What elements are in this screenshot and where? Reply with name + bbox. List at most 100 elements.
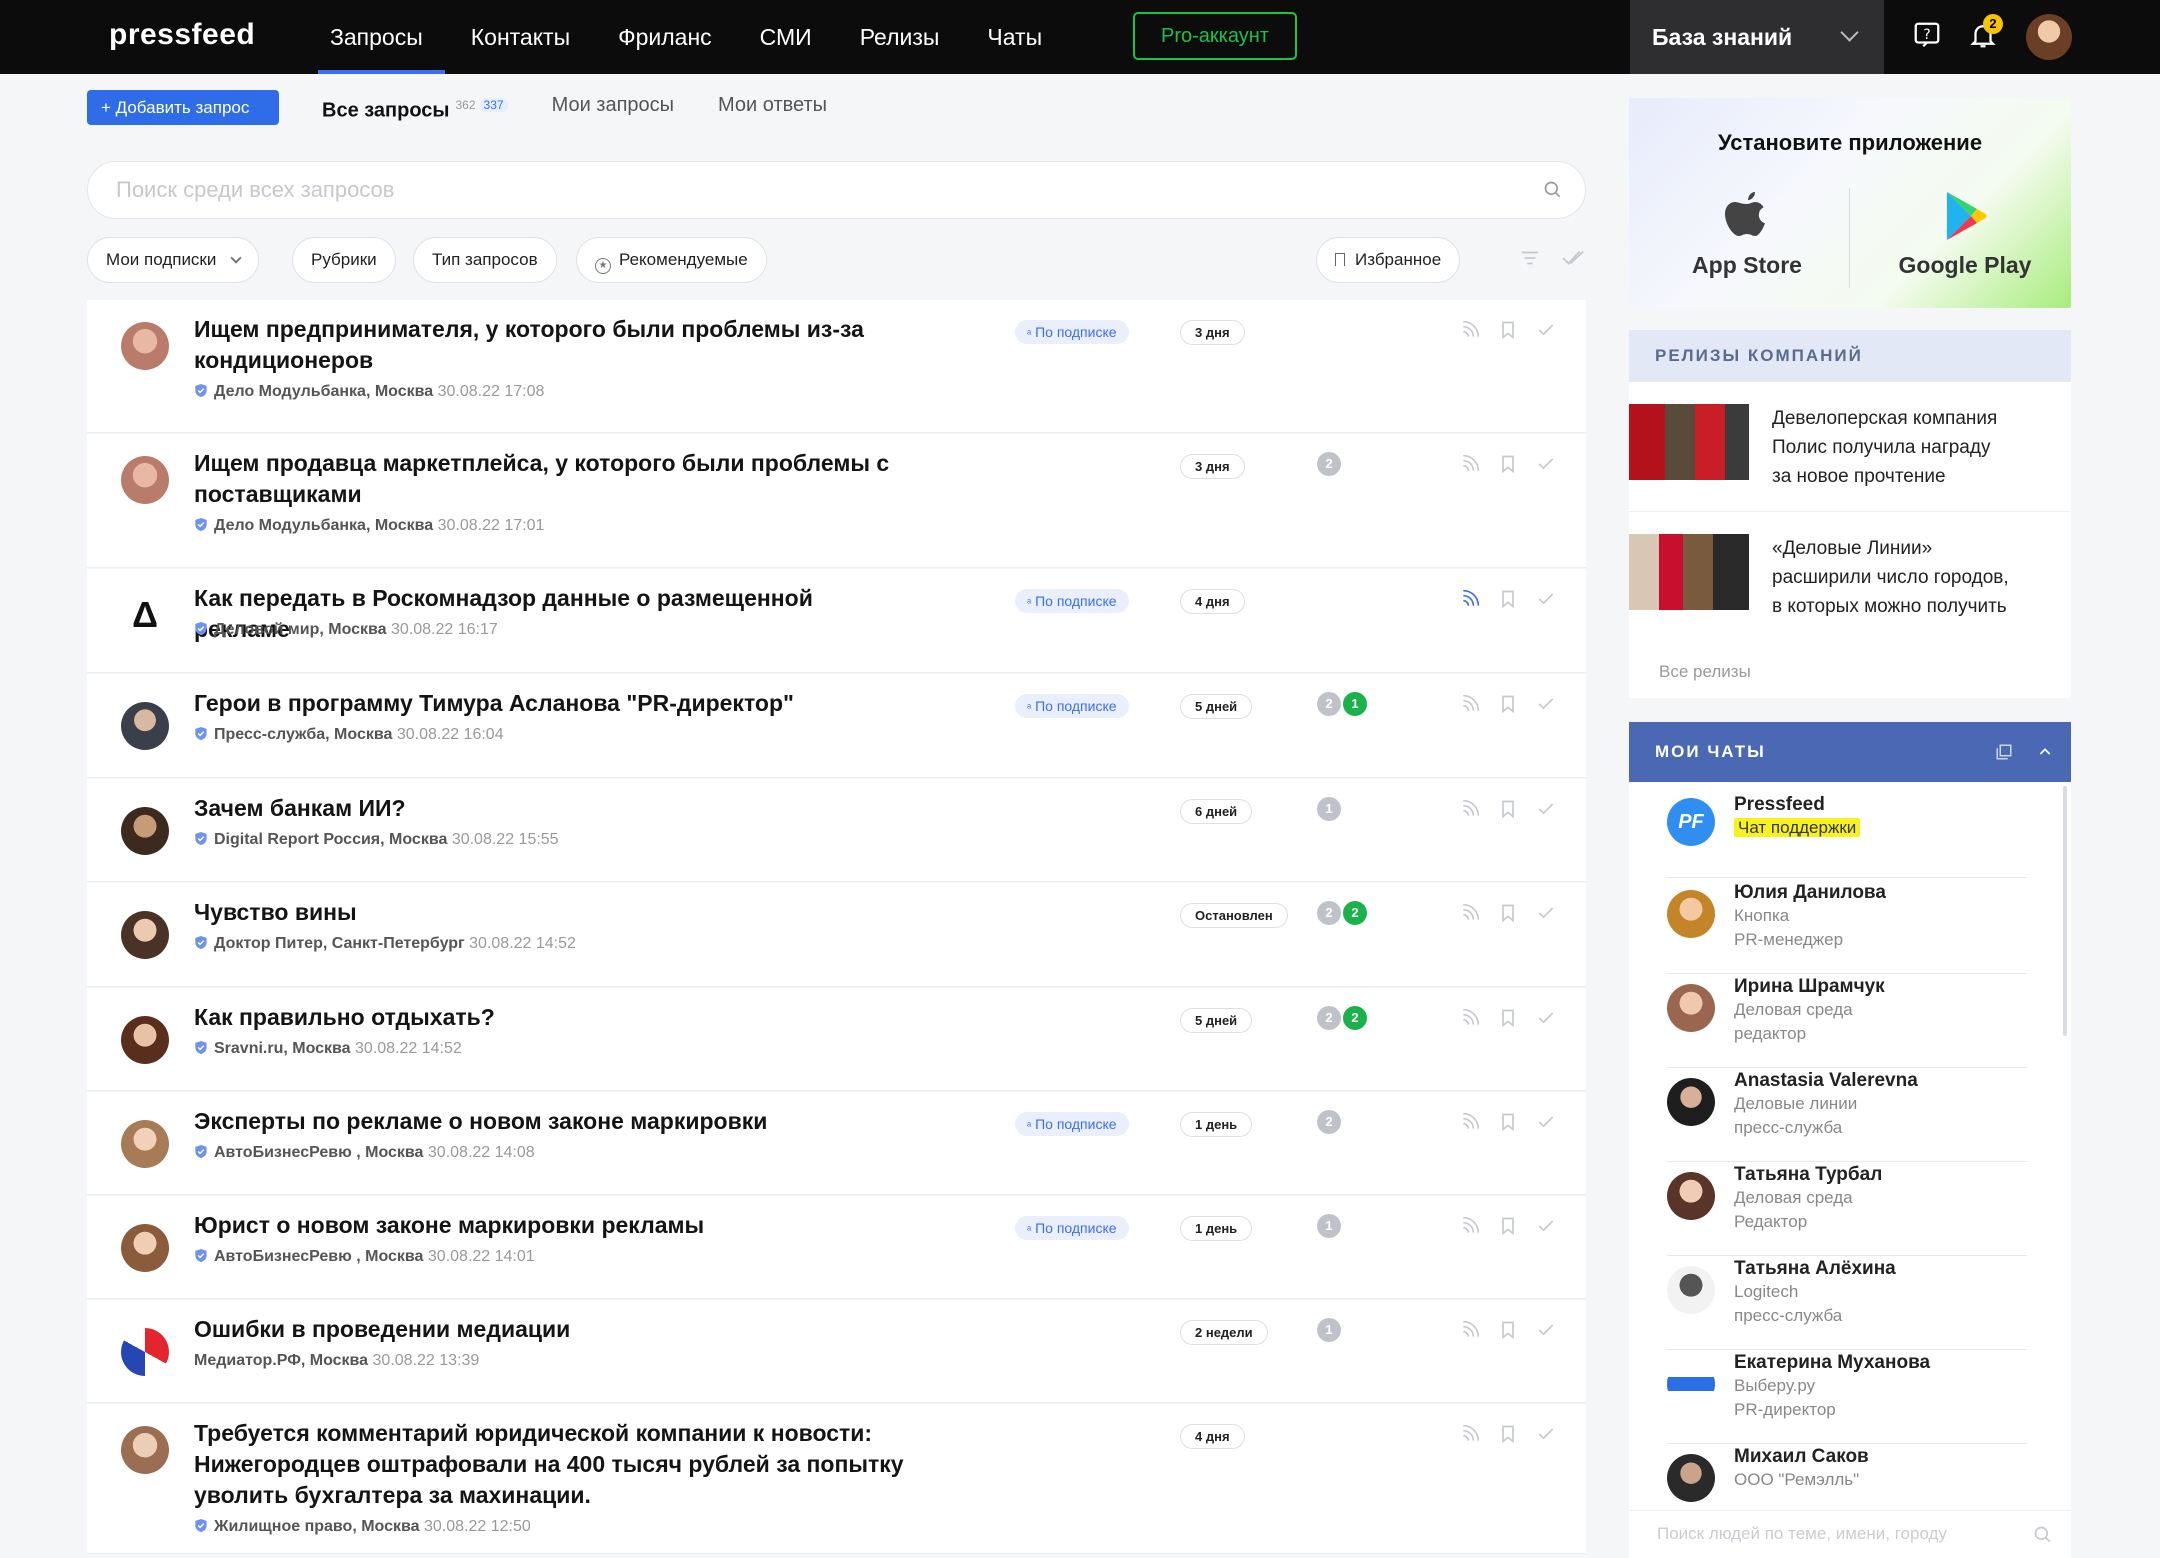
favorites-filter[interactable]: Избранное (1316, 237, 1461, 283)
outlet-name[interactable]: Жилищное право, Москва (214, 1518, 420, 1535)
request-title[interactable]: Ошибки в проведении медиации (194, 1314, 914, 1345)
chat-item[interactable]: Ирина Шрамчук Деловая среда редактор (1667, 974, 2027, 1068)
recommended-filter[interactable]: ★ Рекомендуемые (576, 237, 767, 283)
request-row[interactable]: Ищем продавца маркетплейса, у которого б… (87, 434, 1586, 568)
request-title[interactable]: Ищем предпринимателя, у которого были пр… (194, 314, 914, 376)
release-item[interactable]: Девелоперская компания Полис получила наг… (1629, 382, 2071, 512)
logo[interactable]: pressfeed (109, 18, 255, 52)
outlet-name[interactable]: Пресс-служба, Москва (214, 726, 392, 743)
chevron-up-icon[interactable] (2037, 744, 2053, 760)
tab-my-requests[interactable]: Мои запросы (552, 92, 674, 118)
release-item[interactable]: «Деловые Линии» расширили число городов, в… (1629, 512, 2071, 642)
request-row[interactable]: Эксперты по рекламе о новом законе марки… (87, 1092, 1586, 1195)
rubrics-filter[interactable]: Рубрики (292, 237, 396, 283)
tab-my-answers[interactable]: Мои ответы (718, 92, 827, 118)
request-row[interactable]: Юрист о новом законе маркировки рекламы А… (87, 1196, 1586, 1299)
bookmark-icon[interactable] (1498, 589, 1518, 609)
app-store-button[interactable]: App Store (1647, 190, 1847, 279)
outlet-name[interactable]: Доктор Питер, Санкт-Петербург (214, 935, 465, 952)
request-row[interactable]: Герои в программу Тимура Асланова "PR-ди… (87, 674, 1586, 778)
nav-contacts[interactable]: Контакты (453, 0, 588, 74)
chat-item[interactable]: PF Pressfeed Чат поддержки (1667, 792, 2027, 878)
rss-icon[interactable] (1460, 454, 1480, 474)
my-subscriptions-filter[interactable]: Мои подписки (87, 237, 260, 283)
request-row[interactable]: Чувство вины Доктор Питер, Санкт-Петербур… (87, 883, 1586, 987)
help-icon[interactable]: ? (1912, 20, 1942, 50)
check-icon[interactable] (1536, 1424, 1556, 1444)
google-play-button[interactable]: Google Play (1865, 190, 2065, 279)
request-title[interactable]: Как правильно отдыхать? (194, 1002, 914, 1033)
add-request-button[interactable]: + Добавить запрос (87, 90, 279, 125)
request-title[interactable]: Ищем продавца маркетплейса, у которого б… (194, 448, 914, 510)
chat-item[interactable]: Татьяна Алёхина Logitech пресс-служба (1667, 1256, 2027, 1350)
nav-requests[interactable]: Запросы (312, 0, 445, 74)
chat-item[interactable]: Anastasia Valerevna Деловые линии пресс-сл… (1667, 1068, 2027, 1162)
rss-icon[interactable] (1460, 1320, 1480, 1340)
user-avatar[interactable] (2026, 14, 2072, 60)
outlet-name[interactable]: Дело Модульбанка, Москва (214, 383, 433, 400)
request-title[interactable]: Юрист о новом законе маркировки рекламы (194, 1210, 914, 1241)
rss-icon[interactable] (1460, 1424, 1480, 1444)
bookmark-icon[interactable] (1498, 1216, 1518, 1236)
nav-freelance[interactable]: Фриланс (600, 0, 730, 74)
outlet-name[interactable]: Sravni.ru, Москва (214, 1040, 351, 1057)
outlet-name[interactable]: Деловой мир, Москва (214, 621, 387, 638)
bookmark-icon[interactable] (1498, 903, 1518, 923)
rss-icon[interactable] (1460, 1216, 1480, 1236)
check-icon[interactable] (1536, 694, 1556, 714)
chat-item[interactable]: Татьяна Турбал Деловая среда Редактор (1667, 1162, 2027, 1256)
request-row[interactable]: Требуется комментарий юридической компан… (87, 1404, 1586, 1554)
search-input[interactable] (88, 162, 1488, 218)
rss-icon[interactable] (1460, 694, 1480, 714)
check-icon[interactable] (1536, 1112, 1556, 1132)
rss-icon[interactable] (1460, 799, 1480, 819)
chat-item[interactable]: Юлия Данилова Кнопка PR-менеджер (1667, 880, 2027, 974)
check-icon[interactable] (1536, 1008, 1556, 1028)
bookmark-icon[interactable] (1498, 1320, 1518, 1340)
request-title[interactable]: Чувство вины (194, 897, 914, 928)
chat-item[interactable]: Екатерина Муханова Выберу.ру PR-директор (1667, 1350, 2027, 1444)
mark-all-read-icon[interactable] (1561, 247, 1587, 269)
bookmark-icon[interactable] (1498, 454, 1518, 474)
scrollbar[interactable] (2063, 786, 2067, 1036)
request-title[interactable]: Требуется комментарий юридической компан… (194, 1418, 914, 1511)
pro-account-button[interactable]: Pro-аккаунт (1133, 12, 1297, 60)
check-icon[interactable] (1536, 454, 1556, 474)
bookmark-icon[interactable] (1498, 1112, 1518, 1132)
knowledge-base-dropdown[interactable]: База знаний (1630, 0, 1884, 74)
request-row[interactable]: Зачем банкам ИИ? Digital Report Россия, М… (87, 779, 1586, 882)
outlet-name[interactable]: АвтоБизнесРевю , Москва (214, 1248, 423, 1265)
nav-media[interactable]: СМИ (742, 0, 830, 74)
request-row[interactable]: Как правильно отдыхать? Sravni.ru, Москва… (87, 988, 1586, 1091)
request-row[interactable]: Ищем предпринимателя, у которого были пр… (87, 300, 1586, 433)
rss-icon[interactable] (1460, 1112, 1480, 1132)
check-icon[interactable] (1536, 589, 1556, 609)
bookmark-icon[interactable] (1498, 799, 1518, 819)
outlet-name[interactable]: Дело Модульбанка, Москва (214, 517, 433, 534)
bookmark-icon[interactable] (1498, 694, 1518, 714)
request-row[interactable]: Δ Как передать в Роскомнадзор данные о ра… (87, 569, 1586, 673)
outlet-name[interactable]: Медиатор.РФ, Москва (194, 1352, 368, 1369)
check-icon[interactable] (1536, 799, 1556, 819)
request-title[interactable]: Зачем банкам ИИ? (194, 793, 914, 824)
check-icon[interactable] (1536, 320, 1556, 340)
outlet-name[interactable]: Digital Report Россия, Москва (214, 831, 447, 848)
rss-icon[interactable] (1460, 1008, 1480, 1028)
bookmark-icon[interactable] (1498, 1424, 1518, 1444)
request-row[interactable]: Ошибки в проведении медиации Медиатор.РФ,… (87, 1300, 1586, 1403)
rss-icon[interactable] (1460, 320, 1480, 340)
nav-releases[interactable]: Релизы (842, 0, 958, 74)
bookmark-icon[interactable] (1498, 1008, 1518, 1028)
all-releases-link[interactable]: Все релизы (1659, 662, 1751, 682)
search-icon[interactable] (1543, 180, 1563, 200)
bookmark-icon[interactable] (1498, 320, 1518, 340)
rss-icon[interactable] (1460, 589, 1480, 609)
rss-icon[interactable] (1460, 903, 1480, 923)
outlet-name[interactable]: АвтоБизнесРевю , Москва (214, 1144, 423, 1161)
sort-icon[interactable] (1519, 247, 1541, 269)
nav-chats[interactable]: Чаты (969, 0, 1060, 74)
search-icon[interactable] (2033, 1525, 2053, 1545)
people-search-input[interactable] (1629, 1511, 2009, 1557)
tab-all-requests[interactable]: Все запросы 362 337 (322, 92, 508, 124)
check-icon[interactable] (1536, 1216, 1556, 1236)
